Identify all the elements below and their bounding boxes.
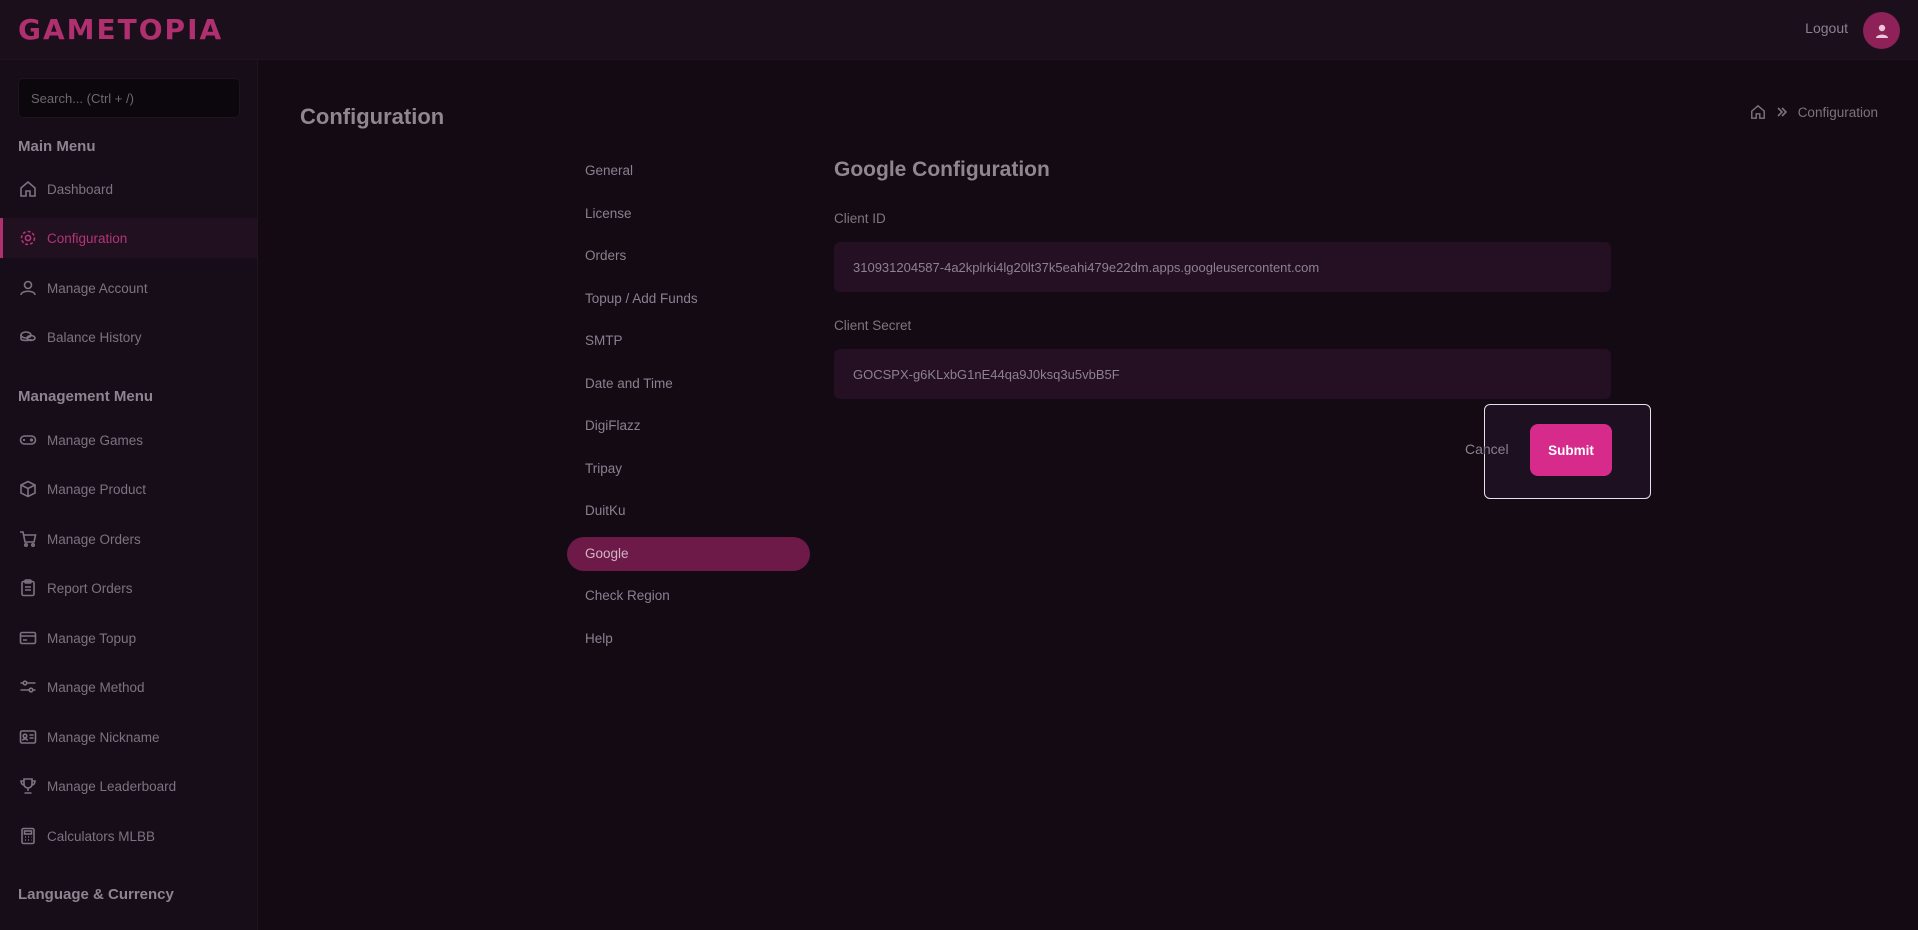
gear-icon [18, 228, 38, 248]
sidebar-item-manage-games[interactable]: Manage Games [0, 420, 257, 460]
home-icon[interactable] [1750, 104, 1766, 120]
language-currency-heading: Language & Currency [18, 886, 174, 903]
client-id-input[interactable] [834, 242, 1611, 292]
sidebar-item-label: Manage Orders [47, 531, 141, 547]
subnav-help[interactable]: Help [567, 622, 810, 656]
gamepad-icon [18, 430, 38, 450]
sidebar-item-manage-topup[interactable]: Manage Topup [0, 618, 257, 658]
breadcrumb: Configuration [1750, 104, 1878, 120]
sidebar: Main Menu Dashboard Configuration Manage… [0, 60, 258, 930]
sidebar-item-balance-history[interactable]: Balance History [0, 317, 257, 357]
top-bar: GAMETOPIA Logout [0, 0, 1918, 60]
id-card-icon [18, 727, 38, 747]
config-title: Google Configuration [834, 158, 1050, 181]
sidebar-item-label: Balance History [47, 329, 142, 345]
subnav-topup[interactable]: Topup / Add Funds [567, 282, 810, 316]
user-icon [18, 278, 38, 298]
subnav-smtp[interactable]: SMTP [567, 324, 810, 358]
sidebar-item-label: Configuration [47, 230, 128, 246]
sidebar-item-dashboard[interactable]: Dashboard [0, 169, 257, 209]
cancel-button[interactable]: Cancel [1465, 441, 1509, 457]
subnav-orders[interactable]: Orders [567, 239, 810, 273]
management-menu-heading: Management Menu [18, 388, 154, 405]
cart-icon [18, 529, 38, 549]
subnav-license[interactable]: License [567, 197, 810, 231]
sidebar-item-manage-nickname[interactable]: Manage Nickname [0, 717, 257, 757]
avatar[interactable] [1863, 12, 1900, 49]
subnav-general[interactable]: General [567, 154, 810, 188]
sidebar-item-configuration[interactable]: Configuration [0, 218, 257, 258]
box-icon [18, 479, 38, 499]
calculator-icon [18, 826, 38, 846]
sidebar-item-label: Manage Method [47, 679, 145, 695]
sidebar-item-label: Dashboard [47, 181, 114, 197]
breadcrumb-current: Configuration [1797, 104, 1878, 120]
subnav-duitku[interactable]: DuitKu [567, 494, 810, 528]
sidebar-item-label: Report Orders [47, 580, 133, 596]
sidebar-item-calculators-mlbb[interactable]: Calculators MLBB [0, 816, 257, 856]
client-id-label: Client ID [834, 211, 886, 226]
sidebar-item-label: Manage Games [47, 432, 144, 448]
trophy-icon [18, 776, 38, 796]
subnav-date-time[interactable]: Date and Time [567, 367, 810, 401]
user-avatar-icon [1875, 24, 1888, 38]
search-input[interactable] [18, 78, 240, 118]
sidebar-item-label: Manage Nickname [47, 729, 160, 745]
subnav-tripay[interactable]: Tripay [567, 452, 810, 486]
logout-link[interactable]: Logout [1805, 20, 1848, 36]
sidebar-item-manage-account[interactable]: Manage Account [0, 268, 257, 308]
subnav-google[interactable]: Google [567, 536, 810, 571]
sidebar-item-manage-product[interactable]: Manage Product [0, 469, 257, 509]
sidebar-item-label: Manage Topup [47, 630, 137, 646]
card-icon [18, 628, 38, 648]
chevrons-right-icon [1777, 107, 1787, 117]
home-icon [18, 179, 38, 199]
page-title: Configuration [300, 104, 445, 129]
subnav-digiflazz[interactable]: DigiFlazz [567, 409, 810, 443]
coins-icon [18, 327, 38, 347]
sidebar-item-label: Calculators MLBB [47, 828, 156, 844]
sidebar-item-label: Manage Leaderboard [47, 778, 177, 794]
main-menu-heading: Main Menu [18, 138, 96, 155]
sidebar-item-label: Manage Account [47, 280, 148, 296]
sidebar-item-manage-orders[interactable]: Manage Orders [0, 519, 257, 559]
config-subnav: General License Orders Topup / Add Funds… [567, 154, 810, 664]
logo[interactable]: GAMETOPIA [18, 13, 223, 46]
sidebar-item-report-orders[interactable]: Report Orders [0, 568, 257, 608]
sidebar-item-label: Manage Product [47, 481, 147, 497]
subnav-check-region[interactable]: Check Region [567, 579, 810, 613]
sidebar-item-manage-leaderboard[interactable]: Manage Leaderboard [0, 766, 257, 806]
sliders-icon [18, 677, 38, 697]
client-secret-input[interactable] [834, 349, 1611, 399]
sidebar-item-manage-method[interactable]: Manage Method [0, 667, 257, 707]
submit-button[interactable]: Submit [1530, 424, 1612, 476]
client-secret-label: Client Secret [834, 318, 912, 333]
clipboard-icon [18, 578, 38, 598]
